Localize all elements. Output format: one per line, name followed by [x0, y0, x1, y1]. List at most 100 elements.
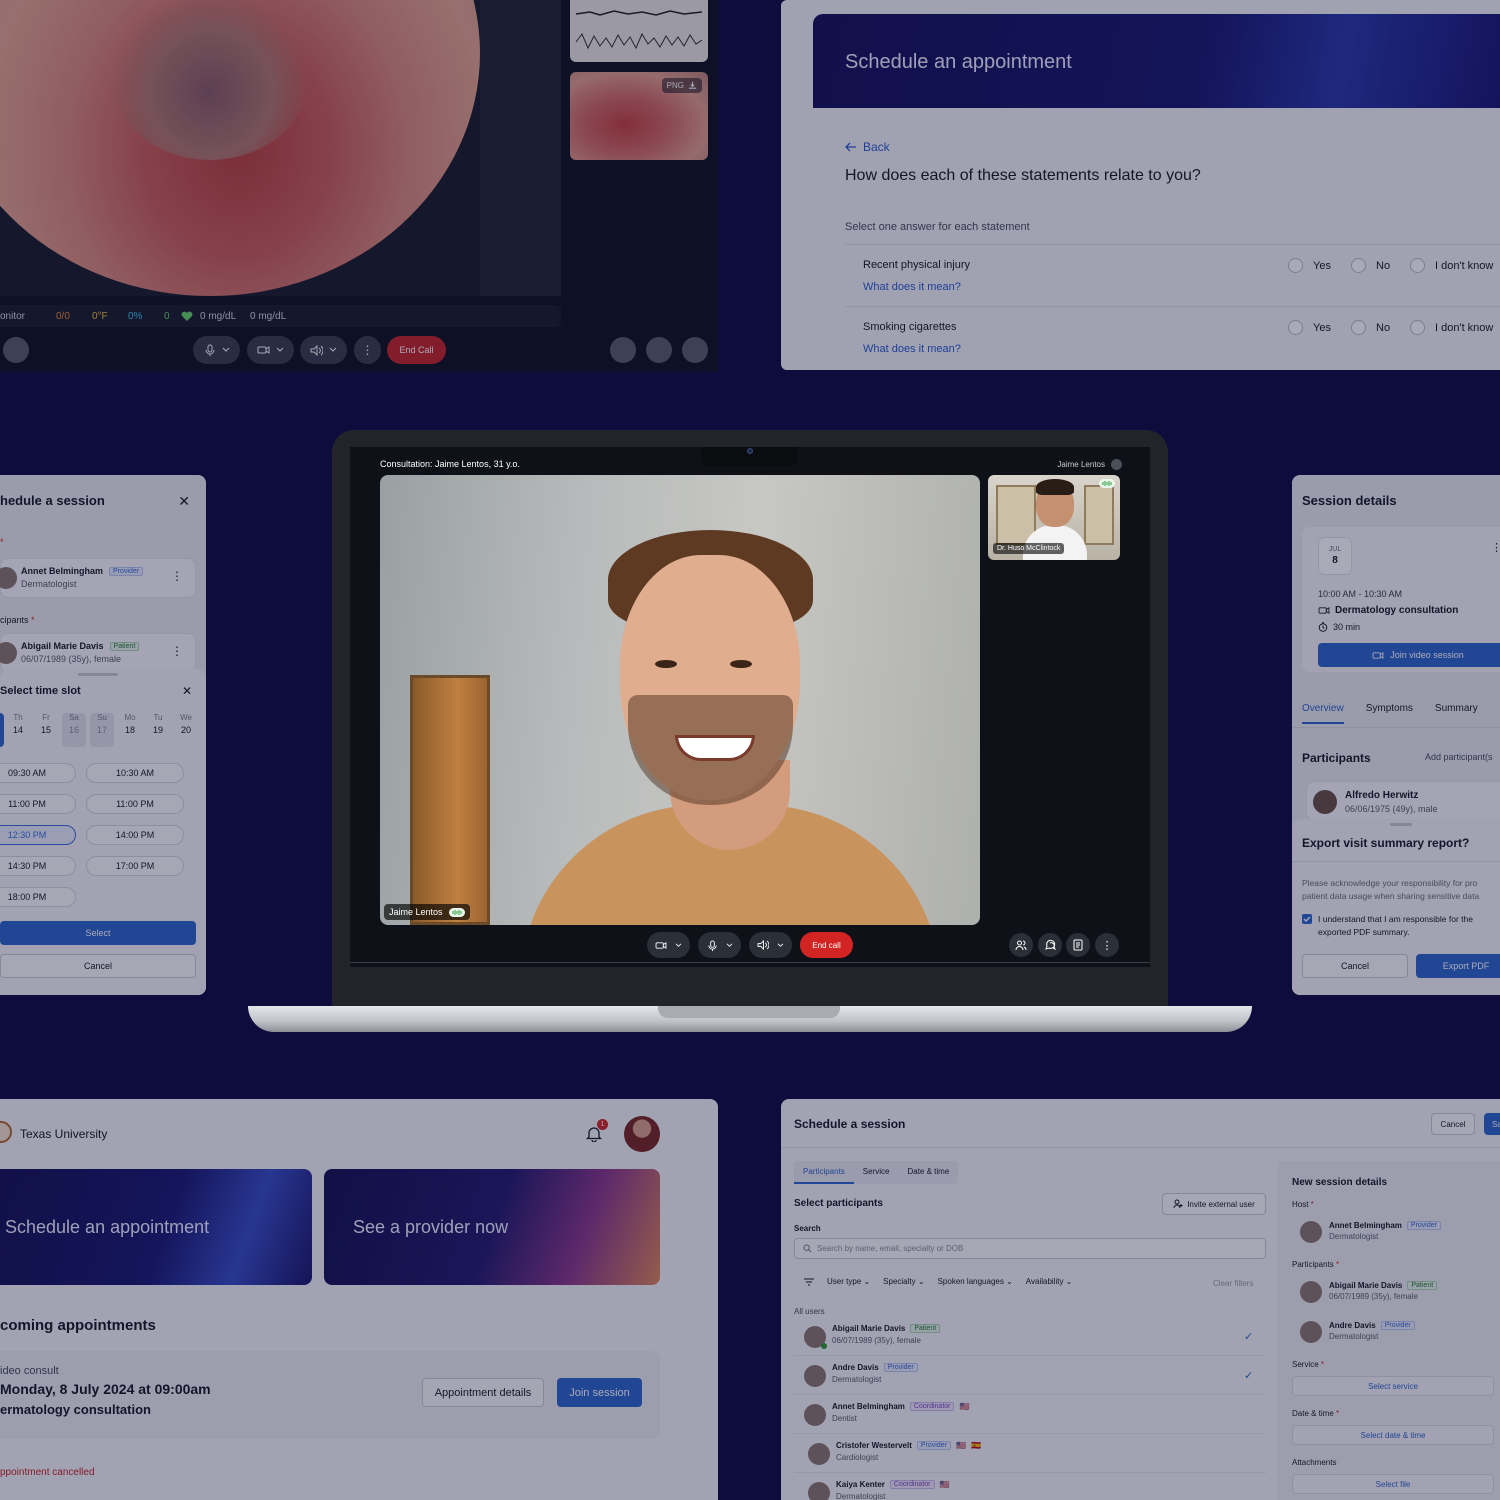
- responsibility-checkbox[interactable]: I understand that I am responsible for t…: [1302, 913, 1500, 939]
- filter-user-type[interactable]: User type ⌄: [827, 1277, 870, 1286]
- day-option[interactable]: Fr 15: [34, 713, 58, 747]
- more-options-button[interactable]: ⋮: [354, 336, 381, 364]
- radio-button[interactable]: [1351, 258, 1366, 273]
- camera-control[interactable]: [647, 932, 690, 958]
- export-summary-sheet: Export visit summary report? Please ackn…: [1292, 819, 1500, 995]
- day-option[interactable]: Su 17: [90, 713, 114, 747]
- join-session-button[interactable]: Join session: [557, 1378, 642, 1407]
- time-slot[interactable]: 14:00 PM: [86, 825, 184, 845]
- select-service-button[interactable]: Select service: [1292, 1376, 1494, 1396]
- camera-control[interactable]: [247, 336, 294, 364]
- drag-handle[interactable]: [1390, 823, 1412, 826]
- appointment-details-button[interactable]: Appointment details: [422, 1378, 544, 1407]
- tab-participants[interactable]: Participants: [794, 1161, 854, 1184]
- more-options-button[interactable]: ⋮: [1095, 933, 1119, 957]
- option-yes[interactable]: Yes: [1288, 320, 1331, 335]
- speaker-control[interactable]: [749, 932, 792, 958]
- notes-button[interactable]: [1066, 933, 1090, 957]
- filter-icon[interactable]: [804, 1278, 814, 1286]
- filter-specialty[interactable]: Specialty ⌄: [883, 1277, 924, 1286]
- user-row[interactable]: Cristofer Westervelt Provider 🇺🇸 🇪🇸 Cardiol…: [794, 1435, 1266, 1473]
- schedule-appointment-card[interactable]: Schedule an appointment: [0, 1169, 312, 1285]
- end-call-button[interactable]: End call: [800, 932, 853, 958]
- join-video-session-button[interactable]: Join video session: [1318, 643, 1500, 667]
- more-vertical-icon[interactable]: ⋮: [1491, 541, 1500, 554]
- day-option[interactable]: Mo 18: [118, 713, 142, 747]
- waveform-thumbnail[interactable]: [570, 0, 708, 62]
- more-vertical-icon[interactable]: ⋮: [171, 569, 183, 583]
- radio-button[interactable]: [1351, 320, 1366, 335]
- option-yes[interactable]: Yes: [1288, 258, 1331, 273]
- clear-filters-link[interactable]: Clear filters: [1213, 1279, 1253, 1288]
- day-option[interactable]: Th 14: [6, 713, 30, 747]
- speaker-control[interactable]: [300, 336, 347, 364]
- participants-button[interactable]: [1009, 933, 1033, 957]
- more-vertical-icon[interactable]: ⋮: [171, 644, 183, 658]
- time-slot[interactable]: 14:30 PM: [0, 856, 76, 876]
- cancel-button[interactable]: Cancel: [0, 954, 196, 978]
- chat-button[interactable]: [1038, 933, 1062, 957]
- close-icon[interactable]: ✕: [182, 684, 192, 698]
- save-button[interactable]: Sa: [1484, 1113, 1500, 1135]
- back-link[interactable]: Back: [845, 140, 890, 154]
- filter-availability[interactable]: Availability ⌄: [1026, 1277, 1073, 1286]
- day-option[interactable]: Sa 16: [62, 713, 86, 747]
- drag-handle[interactable]: [78, 673, 118, 676]
- checkbox-checked[interactable]: [1302, 914, 1312, 924]
- tab-service[interactable]: Service: [854, 1161, 899, 1184]
- add-participant-link[interactable]: Add participant(s: [1425, 752, 1493, 762]
- user-row[interactable]: Abigail Marie Davis Patient 06/07/1989 (3…: [794, 1318, 1266, 1356]
- close-icon[interactable]: ✕: [178, 493, 190, 510]
- end-call-button[interactable]: End Call: [387, 336, 446, 364]
- arrow-left-icon: [845, 142, 857, 152]
- tab-summary[interactable]: Summary: [1435, 703, 1478, 724]
- chat-button[interactable]: [646, 337, 672, 363]
- tab-symptoms[interactable]: Symptoms: [1366, 703, 1413, 724]
- cancel-button[interactable]: Cancel: [1302, 954, 1408, 978]
- profile-button[interactable]: [682, 337, 708, 363]
- radio-button[interactable]: [1288, 258, 1303, 273]
- otoscope-thumbnail[interactable]: PNG: [570, 72, 708, 160]
- day-option[interactable]: We 20: [174, 713, 198, 747]
- time-slot[interactable]: 18:00 PM: [0, 887, 76, 907]
- option-no[interactable]: No: [1351, 258, 1390, 273]
- tab-date-time[interactable]: Date & time: [898, 1161, 958, 1184]
- what-does-it-mean-link[interactable]: What does it mean?: [863, 281, 961, 293]
- option-dont-know[interactable]: I don't know: [1410, 258, 1493, 273]
- radio-button[interactable]: [1288, 320, 1303, 335]
- participants-button[interactable]: [610, 337, 636, 363]
- user-row[interactable]: Andre Davis Provider Dermatologist ✓: [794, 1357, 1266, 1395]
- user-avatar-button[interactable]: [3, 337, 29, 363]
- time-slot[interactable]: 09:30 AM: [0, 763, 76, 783]
- invite-external-user-button[interactable]: Invite external user: [1162, 1193, 1266, 1215]
- filter-spoken-languages[interactable]: Spoken languages ⌄: [938, 1277, 1013, 1286]
- png-download-badge[interactable]: PNG: [661, 78, 702, 93]
- time-slot-selected[interactable]: 12:30 PM: [0, 825, 76, 845]
- cancel-button[interactable]: Cancel: [1431, 1113, 1475, 1135]
- option-no[interactable]: No: [1351, 320, 1390, 335]
- time-slot[interactable]: 17:00 PM: [86, 856, 184, 876]
- cancelled-status: ppointment cancelled: [0, 1467, 95, 1478]
- radio-button[interactable]: [1410, 258, 1425, 273]
- user-avatar[interactable]: [624, 1116, 660, 1152]
- time-slot[interactable]: 11:00 PM: [0, 794, 76, 814]
- video-camera-icon: [257, 345, 270, 355]
- microphone-control[interactable]: [193, 336, 240, 364]
- search-input[interactable]: Search by name, email, specialty or DOB: [794, 1238, 1266, 1259]
- select-button[interactable]: Select: [0, 921, 196, 945]
- self-video-feed[interactable]: Dr. Huso McClintock: [988, 475, 1120, 560]
- time-slot[interactable]: 11:00 PM: [86, 794, 184, 814]
- time-slot[interactable]: 10:30 AM: [86, 763, 184, 783]
- see-provider-now-card[interactable]: See a provider now: [324, 1169, 660, 1285]
- what-does-it-mean-link[interactable]: What does it mean?: [863, 343, 961, 355]
- select-file-button[interactable]: Select file: [1292, 1474, 1494, 1494]
- tab-overview[interactable]: Overview: [1302, 703, 1344, 724]
- export-pdf-button[interactable]: Export PDF: [1416, 954, 1500, 978]
- day-option[interactable]: Tu 19: [146, 713, 170, 747]
- radio-button[interactable]: [1410, 320, 1425, 335]
- user-row[interactable]: Kaiya Kenter Coordinator 🇺🇸 Dermatologist: [794, 1474, 1266, 1500]
- user-row[interactable]: Annet Belmingham Coordinator 🇺🇸 Dentist: [794, 1396, 1266, 1434]
- option-dont-know[interactable]: I don't know: [1410, 320, 1493, 335]
- select-date-time-button[interactable]: Select date & time: [1292, 1425, 1494, 1445]
- microphone-control[interactable]: [698, 932, 741, 958]
